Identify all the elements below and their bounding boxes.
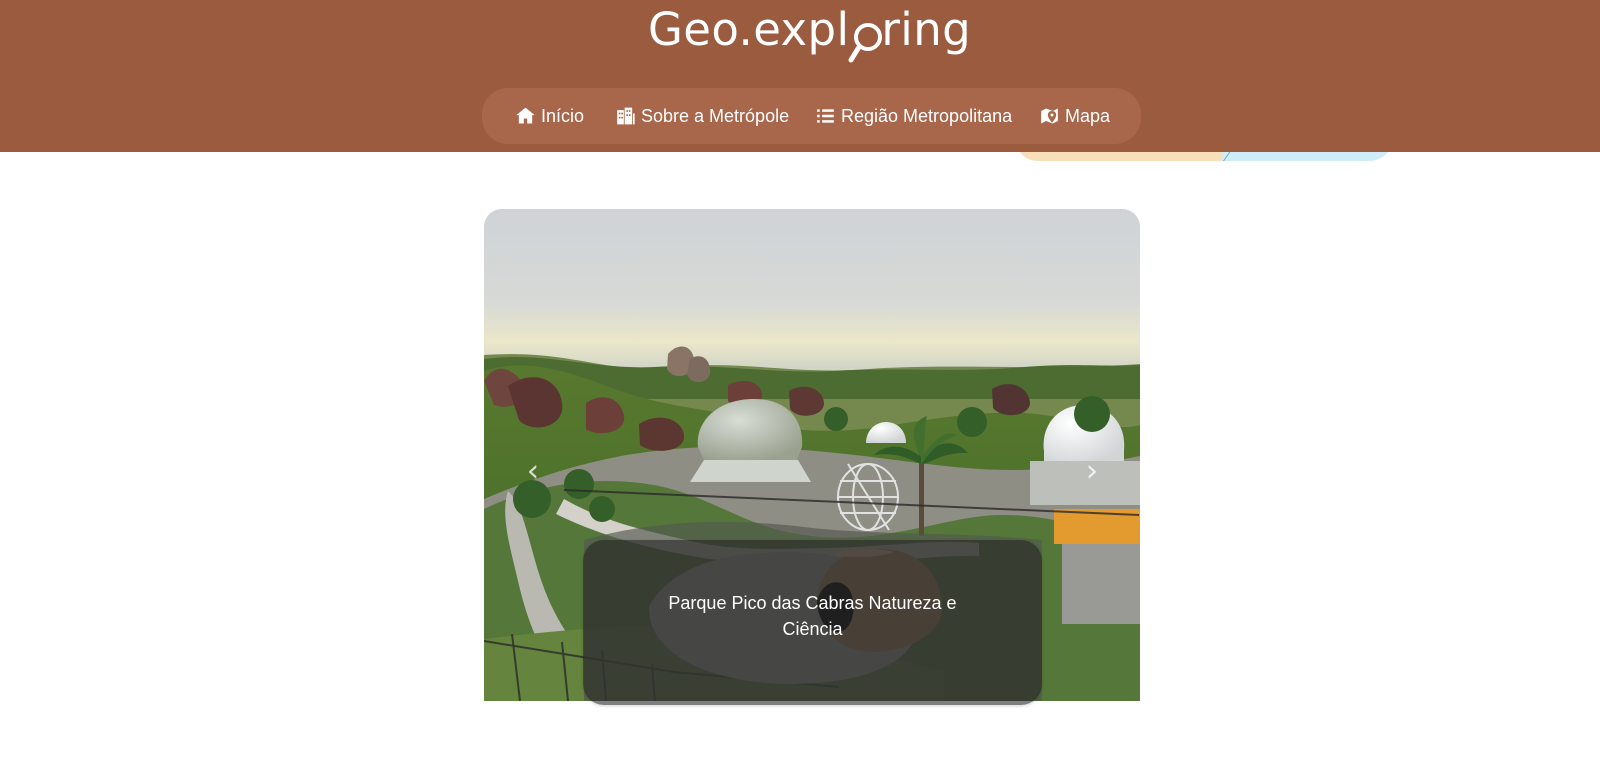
- nav-item-label: Região Metropolitana: [841, 106, 1013, 126]
- home-icon: [515, 106, 536, 126]
- nav-item-inicio[interactable]: Início: [515, 88, 584, 144]
- chevron-left-icon[interactable]: ‹: [520, 454, 546, 488]
- nav-item-mapa[interactable]: Mapa: [1039, 88, 1110, 144]
- nav-item-label: Sobre a Metrópole: [641, 106, 790, 126]
- logo-text-prefix: Geo.expl: [648, 3, 850, 56]
- logo-text-suffix: ring: [881, 3, 972, 56]
- magnifying-glass-icon: [848, 0, 883, 63]
- nav-item-regiao-metropolitana[interactable]: Região Metropolitana: [815, 88, 1012, 144]
- list-icon: [815, 106, 836, 126]
- carousel-caption-text: Parque Pico das Cabras Natureza e Ciênci…: [668, 593, 957, 639]
- main-navigation: Início Sobre a Metrópole Região Metropol…: [482, 88, 1141, 144]
- featured-places-carousel[interactable]: ‹ › Parque Pico das Cabras Natureza e Ci…: [484, 209, 1140, 705]
- nav-item-label: Mapa: [1065, 106, 1111, 126]
- nav-item-sobre-a-metropole[interactable]: Sobre a Metrópole: [615, 88, 789, 144]
- geo-exploring-logo[interactable]: Geo.expl ring: [648, 0, 978, 70]
- buildings-icon: [615, 106, 636, 126]
- map-pin-icon: [1039, 106, 1060, 126]
- site-header: Geo.expl ring Início Sobre a Metrópole R…: [0, 0, 1600, 152]
- nav-item-label: Início: [541, 106, 585, 126]
- chevron-right-icon[interactable]: ›: [1079, 454, 1105, 488]
- carousel-caption: Parque Pico das Cabras Natureza e Ciênci…: [583, 540, 1042, 705]
